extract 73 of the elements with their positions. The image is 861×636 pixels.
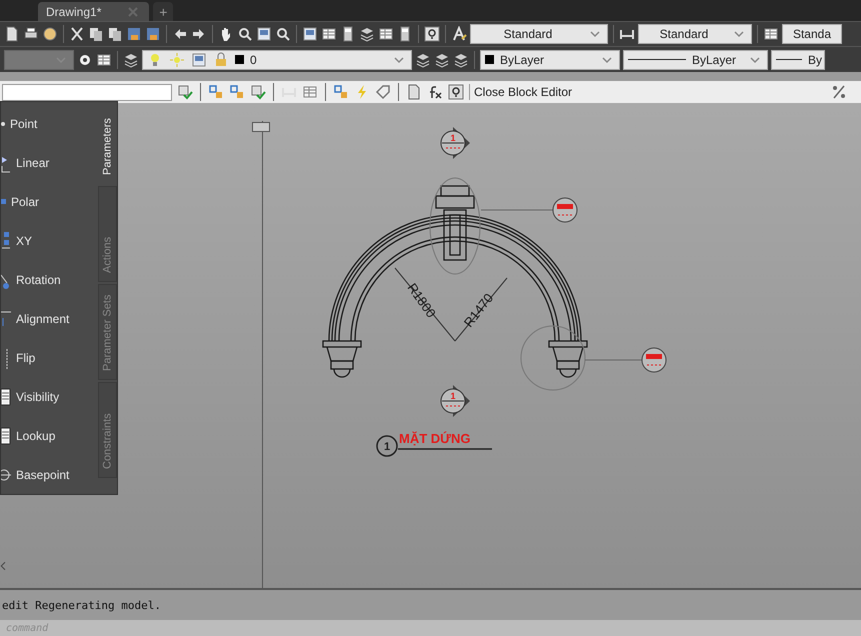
- window-icon[interactable]: [302, 26, 318, 42]
- file-tab[interactable]: +: [153, 2, 174, 21]
- palette-item[interactable]: Polar: [1, 182, 98, 221]
- document-icon[interactable]: [4, 26, 20, 42]
- callout-marker: [642, 348, 666, 372]
- window-icon[interactable]: [256, 26, 272, 42]
- polar-parameter-icon: [1, 199, 6, 204]
- palette-item[interactable]: Linear: [1, 143, 98, 182]
- palette-item[interactable]: Flip: [1, 338, 98, 377]
- zoom-icon[interactable]: [237, 26, 253, 42]
- palette-item[interactable]: Visibility: [1, 377, 98, 416]
- layers-icon[interactable]: [415, 52, 431, 68]
- palette-item[interactable]: Rotation: [1, 260, 98, 299]
- property-dropdown[interactable]: By: [771, 50, 825, 70]
- drawing-title: MẶT DỨNG: [399, 431, 470, 446]
- color-swatch: [235, 55, 244, 64]
- marker-number: 1: [450, 391, 456, 401]
- document-icon[interactable]: [406, 84, 422, 100]
- layers-icon[interactable]: [359, 26, 375, 42]
- layer-dropdown[interactable]: 0: [142, 50, 412, 70]
- section-marker: [440, 127, 470, 159]
- layers-icon[interactable]: [434, 52, 450, 68]
- style-dropdown[interactable]: Standa: [782, 24, 842, 44]
- lock-icon[interactable]: [213, 52, 229, 68]
- style-dropdown[interactable]: Standard: [470, 24, 608, 44]
- xy-parameter-icon: [1, 230, 11, 252]
- palette-item[interactable]: Lookup: [1, 416, 98, 455]
- layers-icon[interactable]: [453, 52, 469, 68]
- table-icon[interactable]: [378, 26, 394, 42]
- blocks-icon[interactable]: [333, 84, 349, 100]
- section-marker: [440, 385, 470, 417]
- color-swatch: [485, 55, 494, 64]
- check-icon[interactable]: [177, 84, 193, 100]
- close-block-editor-button[interactable]: Close Block Editor: [469, 84, 578, 100]
- property-dropdown[interactable]: ByLayer: [623, 50, 768, 70]
- globe-icon[interactable]: [42, 26, 58, 42]
- table-icon[interactable]: [321, 26, 337, 42]
- paste-icon[interactable]: [107, 26, 123, 42]
- table-parameter-icon: [1, 386, 11, 408]
- block-name-field[interactable]: [2, 84, 172, 100]
- property-dropdown[interactable]: ByLayer: [480, 50, 620, 70]
- check-icon[interactable]: [250, 84, 266, 100]
- file-tab[interactable]: Drawing1*: [38, 2, 150, 21]
- table-style-icon[interactable]: [763, 26, 779, 42]
- line-sample: [776, 59, 802, 60]
- style-dropdown[interactable]: Standard: [638, 24, 752, 44]
- palette-item[interactable]: Point: [1, 104, 98, 143]
- table-icon[interactable]: [96, 52, 112, 68]
- percent-icon[interactable]: [831, 84, 847, 100]
- palette-item[interactable]: Basepoint: [1, 455, 98, 494]
- copy-icon[interactable]: [88, 26, 104, 42]
- point-parameter-icon: [1, 122, 5, 126]
- blocks-icon[interactable]: [229, 84, 245, 100]
- text-style-icon[interactable]: [451, 26, 467, 42]
- command-history-text: edit Regenerating model.: [1, 598, 161, 612]
- line-sample: [628, 59, 686, 60]
- palette-item[interactable]: XY: [1, 221, 98, 260]
- blocks-icon[interactable]: [208, 84, 224, 100]
- zoom-icon[interactable]: [275, 26, 291, 42]
- tag-icon[interactable]: [375, 84, 391, 100]
- scissors-icon[interactable]: [69, 26, 85, 42]
- callout-marker: [552, 198, 578, 222]
- layers-icon[interactable]: [123, 52, 139, 68]
- selection-outline: [520, 326, 586, 390]
- palette-item[interactable]: Alignment: [1, 299, 98, 338]
- save-icon[interactable]: [126, 26, 142, 42]
- marker-number: 1: [450, 133, 456, 143]
- title-circle: [376, 435, 398, 457]
- formula-icon[interactable]: [427, 84, 443, 100]
- grip-handle[interactable]: [252, 122, 270, 132]
- title-number: 1: [384, 441, 390, 453]
- table-parameter-icon: [1, 424, 11, 446]
- redo-icon[interactable]: [191, 26, 207, 42]
